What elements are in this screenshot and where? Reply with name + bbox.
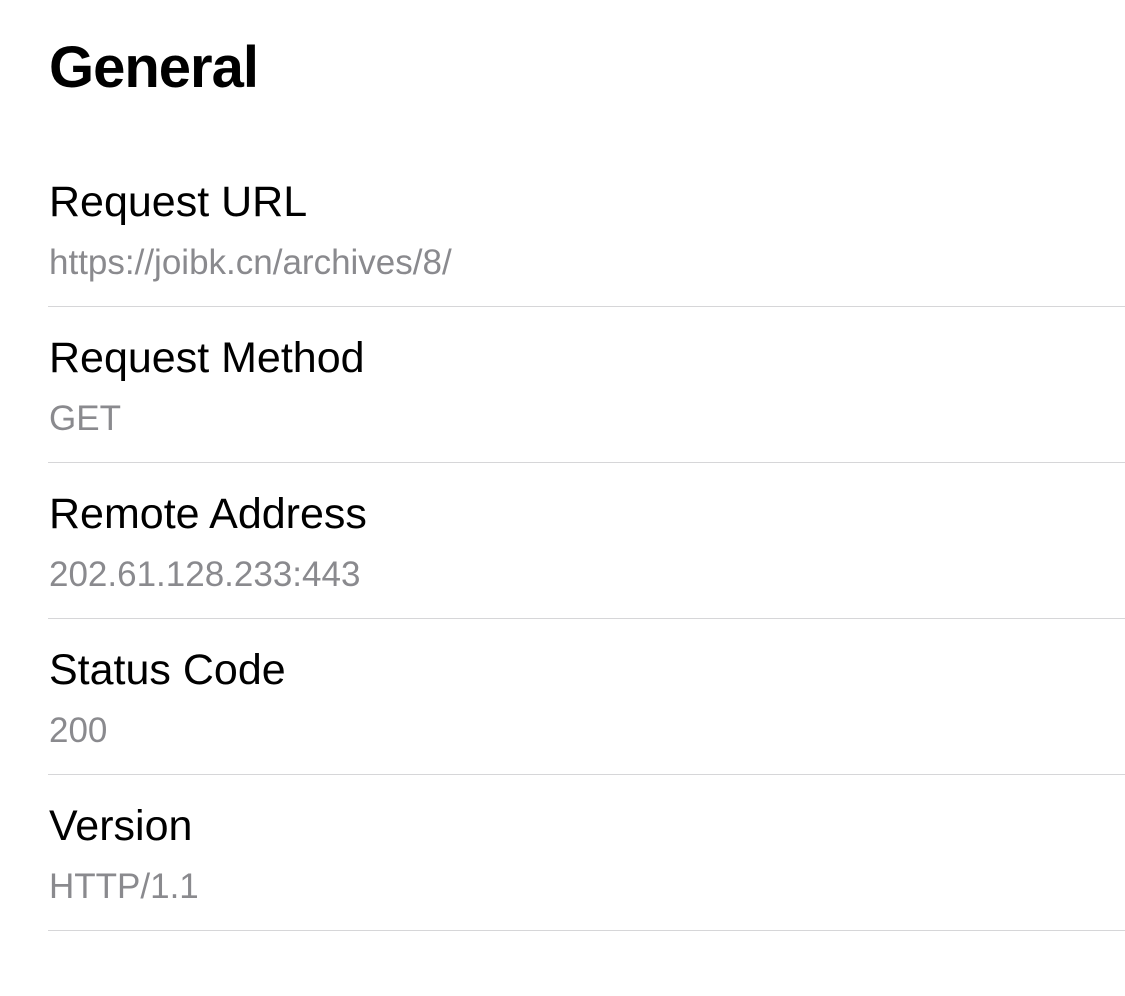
status-code-value[interactable]: 200 xyxy=(49,710,107,752)
status-code-label: Status Code xyxy=(49,646,286,694)
row-version[interactable]: Version HTTP/1.1 xyxy=(48,775,1125,931)
request-method-label: Request Method xyxy=(49,334,365,382)
row-request-method[interactable]: Request Method GET xyxy=(48,307,1125,463)
section-title: General xyxy=(49,35,259,100)
row-request-url[interactable]: Request URL https://joibk.cn/archives/8/ xyxy=(48,151,1125,307)
remote-address-label: Remote Address xyxy=(49,490,367,538)
row-status-code[interactable]: Status Code 200 xyxy=(48,619,1125,775)
row-remote-address[interactable]: Remote Address 202.61.128.233:443 xyxy=(48,463,1125,619)
general-info-list: Request URL https://joibk.cn/archives/8/… xyxy=(48,151,1125,931)
request-url-label: Request URL xyxy=(49,178,308,226)
request-method-value[interactable]: GET xyxy=(49,398,121,440)
version-value[interactable]: HTTP/1.1 xyxy=(49,866,199,908)
request-url-value[interactable]: https://joibk.cn/archives/8/ xyxy=(49,242,452,284)
remote-address-value[interactable]: 202.61.128.233:443 xyxy=(49,554,360,596)
version-label: Version xyxy=(49,802,193,850)
